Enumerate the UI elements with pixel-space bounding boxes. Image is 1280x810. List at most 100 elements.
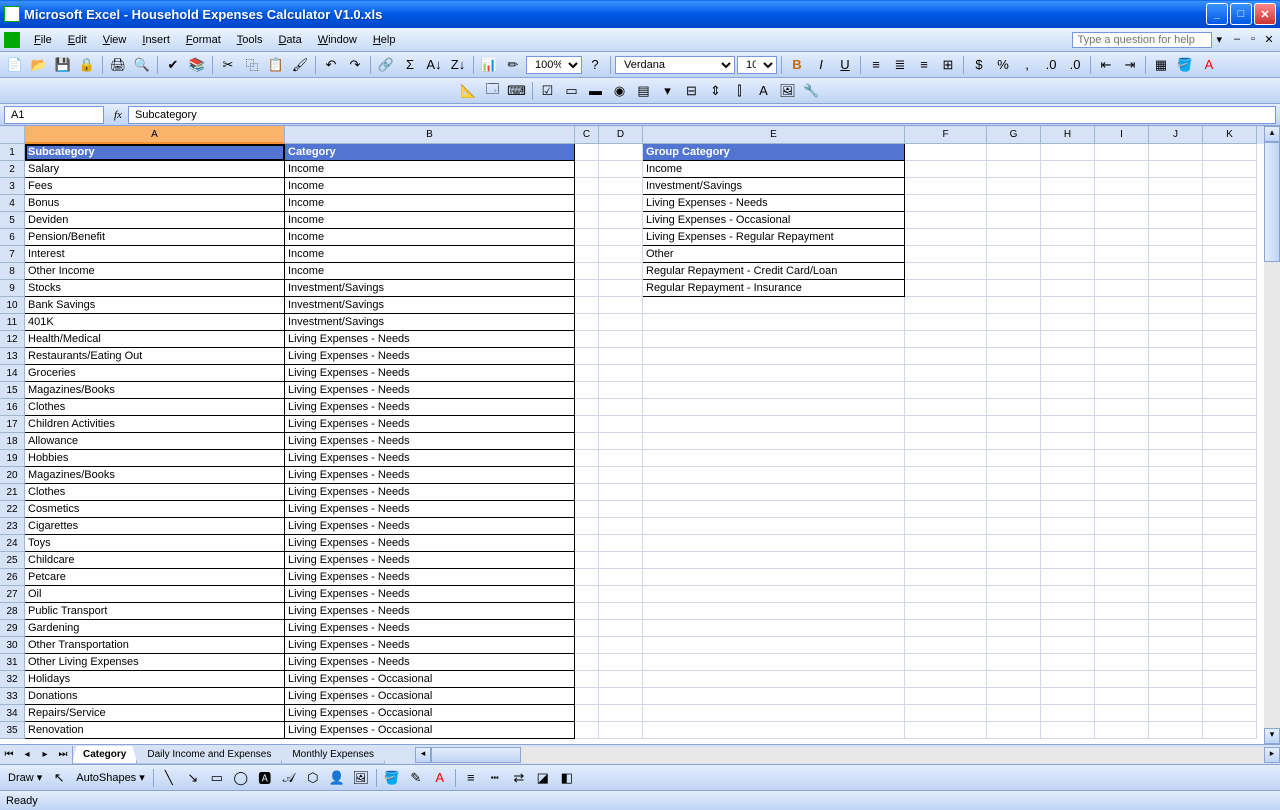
properties-button[interactable]: 🗔 <box>482 80 504 102</box>
redo-button[interactable]: ↷ <box>344 54 366 76</box>
cell-C17[interactable] <box>575 416 599 433</box>
cell-C25[interactable] <box>575 552 599 569</box>
cell-D18[interactable] <box>599 433 643 450</box>
cell-H21[interactable] <box>1041 484 1095 501</box>
cell-A20[interactable]: Magazines/Books <box>25 467 285 484</box>
cell-H28[interactable] <box>1041 603 1095 620</box>
row-header-7[interactable]: 7 <box>0 246 25 263</box>
cell-I1[interactable] <box>1095 144 1149 161</box>
row-header-28[interactable]: 28 <box>0 603 25 620</box>
cell-A27[interactable]: Oil <box>25 586 285 603</box>
format-painter-button[interactable]: 🖌 <box>289 54 311 76</box>
cell-C18[interactable] <box>575 433 599 450</box>
cell-G1[interactable] <box>987 144 1041 161</box>
cell-K15[interactable] <box>1203 382 1257 399</box>
cell-H12[interactable] <box>1041 331 1095 348</box>
cell-A28[interactable]: Public Transport <box>25 603 285 620</box>
cell-E26[interactable] <box>643 569 905 586</box>
cell-B15[interactable]: Living Expenses - Needs <box>285 382 575 399</box>
cell-E15[interactable] <box>643 382 905 399</box>
cell-G19[interactable] <box>987 450 1041 467</box>
column-header-H[interactable]: H <box>1041 126 1095 144</box>
print-preview-button[interactable]: 🔍 <box>131 54 153 76</box>
cell-E17[interactable] <box>643 416 905 433</box>
cell-F3[interactable] <box>905 178 987 195</box>
shadow-style-button[interactable]: ◪ <box>532 767 554 789</box>
cell-I20[interactable] <box>1095 467 1149 484</box>
row-header-18[interactable]: 18 <box>0 433 25 450</box>
cell-J10[interactable] <box>1149 297 1203 314</box>
cell-B4[interactable]: Income <box>285 195 575 212</box>
cell-I29[interactable] <box>1095 620 1149 637</box>
row-header-30[interactable]: 30 <box>0 637 25 654</box>
3d-style-button[interactable]: ◧ <box>556 767 578 789</box>
cell-F21[interactable] <box>905 484 987 501</box>
cell-F17[interactable] <box>905 416 987 433</box>
cell-B11[interactable]: Investment/Savings <box>285 314 575 331</box>
insert-picture-button[interactable]: 🖼 <box>350 767 372 789</box>
cell-D26[interactable] <box>599 569 643 586</box>
cell-B22[interactable]: Living Expenses - Needs <box>285 501 575 518</box>
cell-I32[interactable] <box>1095 671 1149 688</box>
cell-F34[interactable] <box>905 705 987 722</box>
formula-input[interactable]: Subcategory <box>128 106 1276 124</box>
cell-G7[interactable] <box>987 246 1041 263</box>
cell-K4[interactable] <box>1203 195 1257 212</box>
row-header-12[interactable]: 12 <box>0 331 25 348</box>
maximize-button[interactable]: □ <box>1230 3 1252 25</box>
cell-F15[interactable] <box>905 382 987 399</box>
cell-B33[interactable]: Living Expenses - Occasional <box>285 688 575 705</box>
percent-button[interactable]: % <box>992 54 1014 76</box>
cell-J31[interactable] <box>1149 654 1203 671</box>
cell-J7[interactable] <box>1149 246 1203 263</box>
cell-J8[interactable] <box>1149 263 1203 280</box>
cell-K21[interactable] <box>1203 484 1257 501</box>
cell-C4[interactable] <box>575 195 599 212</box>
cell-I12[interactable] <box>1095 331 1149 348</box>
cell-B13[interactable]: Living Expenses - Needs <box>285 348 575 365</box>
cell-C2[interactable] <box>575 161 599 178</box>
cell-K5[interactable] <box>1203 212 1257 229</box>
cell-C21[interactable] <box>575 484 599 501</box>
label-control-button[interactable]: A <box>753 80 775 102</box>
drawing-toggle-button[interactable]: ✏ <box>502 54 524 76</box>
align-center-button[interactable]: ≣ <box>889 54 911 76</box>
cell-A23[interactable]: Cigarettes <box>25 518 285 535</box>
cell-J5[interactable] <box>1149 212 1203 229</box>
view-code-button[interactable]: ⌨ <box>506 80 528 102</box>
cell-I17[interactable] <box>1095 416 1149 433</box>
cell-J11[interactable] <box>1149 314 1203 331</box>
cell-D6[interactable] <box>599 229 643 246</box>
cell-C19[interactable] <box>575 450 599 467</box>
cell-grid[interactable]: SubcategoryCategoryGroup CategorySalaryI… <box>25 144 1264 739</box>
cell-K33[interactable] <box>1203 688 1257 705</box>
cell-G2[interactable] <box>987 161 1041 178</box>
cell-D17[interactable] <box>599 416 643 433</box>
cell-J4[interactable] <box>1149 195 1203 212</box>
column-header-C[interactable]: C <box>575 126 599 144</box>
cell-E10[interactable] <box>643 297 905 314</box>
command-button-control[interactable]: ▬ <box>585 80 607 102</box>
cell-A25[interactable]: Childcare <box>25 552 285 569</box>
minimize-button[interactable]: _ <box>1206 3 1228 25</box>
cell-H34[interactable] <box>1041 705 1095 722</box>
cell-A34[interactable]: Repairs/Service <box>25 705 285 722</box>
cell-A8[interactable]: Other Income <box>25 263 285 280</box>
increase-decimal-button[interactable]: .0 <box>1040 54 1062 76</box>
menu-data[interactable]: Data <box>270 32 309 48</box>
sort-desc-button[interactable]: Z↓ <box>447 54 469 76</box>
copy-button[interactable]: ⿻ <box>241 54 263 76</box>
cell-E21[interactable] <box>643 484 905 501</box>
cell-K31[interactable] <box>1203 654 1257 671</box>
sheet-tab-category[interactable]: Category <box>72 746 137 764</box>
increase-indent-button[interactable]: ⇥ <box>1119 54 1141 76</box>
cell-F29[interactable] <box>905 620 987 637</box>
cell-H26[interactable] <box>1041 569 1095 586</box>
cell-K34[interactable] <box>1203 705 1257 722</box>
diagram-button[interactable]: ⬡ <box>302 767 324 789</box>
menu-edit[interactable]: Edit <box>60 32 95 48</box>
cell-F5[interactable] <box>905 212 987 229</box>
cell-I2[interactable] <box>1095 161 1149 178</box>
paste-button[interactable]: 📋 <box>265 54 287 76</box>
cell-D27[interactable] <box>599 586 643 603</box>
